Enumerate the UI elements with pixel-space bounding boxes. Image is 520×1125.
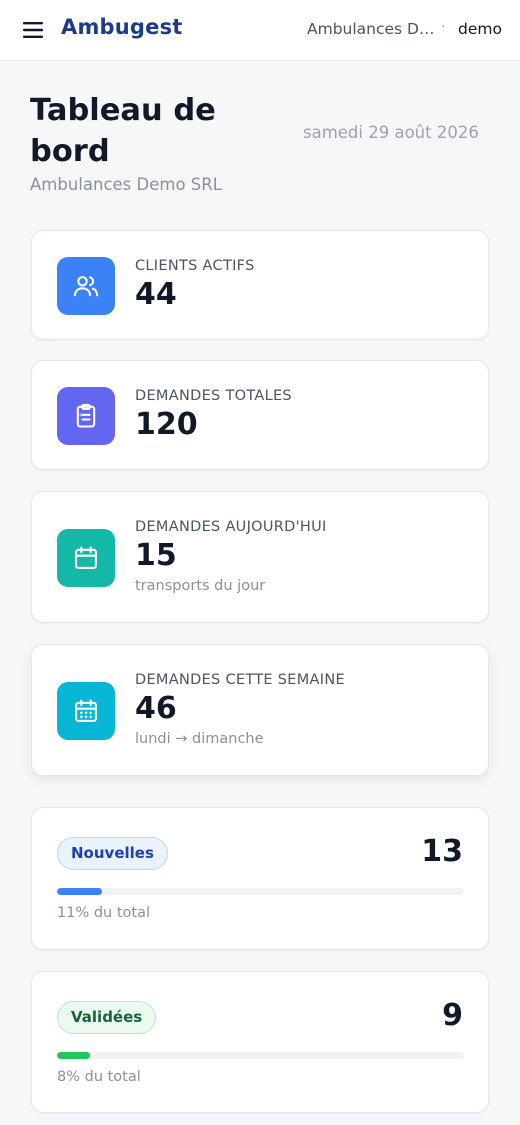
user-name[interactable]: demo (458, 20, 502, 38)
status-percentage: 11% du total (57, 905, 150, 921)
stat-value: 15 (135, 538, 177, 573)
page-title: Tableau de bord (30, 93, 216, 169)
progress-bar (57, 1052, 464, 1059)
clipboard-list-icon (57, 387, 115, 445)
stat-hint: transports du jour (135, 578, 266, 594)
calendar-icon (57, 529, 115, 587)
stat-card-demandes-totales: DEMANDES TOTALES 120 (31, 360, 489, 470)
stat-value: 46 (135, 691, 177, 726)
stat-label: DEMANDES TOTALES (135, 388, 292, 404)
stat-card-demandes-semaine: DEMANDES CETTE SEMAINE 46 lundi → dimanc… (31, 644, 489, 776)
top-bar: Ambugest Ambulances Demo SRL · demo (0, 0, 520, 61)
status-badge: Nouvelles (57, 837, 168, 870)
progress-bar (57, 888, 464, 895)
progress-fill (57, 888, 102, 895)
status-count: 13 (421, 834, 463, 869)
stat-label: DEMANDES AUJOURD'HUI (135, 519, 327, 535)
stat-label: CLIENTS ACTIFS (135, 258, 255, 274)
stat-card-demandes-aujourdhui: DEMANDES AUJOURD'HUI 15 transports du jo… (31, 491, 489, 623)
status-card-nouvelles: Nouvelles 13 11% du total (31, 807, 489, 950)
status-badge: Validées (57, 1001, 157, 1034)
tenant-name: Ambulances Demo SRL (307, 20, 435, 38)
page-subtitle: Ambulances Demo SRL (30, 175, 222, 194)
header-separator: · (441, 19, 446, 35)
status-count: 9 (442, 998, 463, 1033)
app-brand[interactable]: Ambugest (61, 15, 183, 39)
calendar-days-icon (57, 682, 115, 740)
hamburger-menu-icon[interactable] (22, 19, 44, 41)
progress-fill (57, 1052, 90, 1059)
stat-hint: lundi → dimanche (135, 731, 264, 747)
users-icon (57, 257, 115, 315)
stat-value: 44 (135, 277, 177, 312)
stat-value: 120 (135, 407, 198, 442)
stat-card-clients-actifs: CLIENTS ACTIFS 44 (31, 230, 489, 340)
current-date: samedi 29 août 2026 (303, 123, 479, 142)
status-percentage: 8% du total (57, 1069, 141, 1085)
stat-label: DEMANDES CETTE SEMAINE (135, 672, 345, 688)
status-card-validees: Validées 9 8% du total (31, 971, 489, 1113)
